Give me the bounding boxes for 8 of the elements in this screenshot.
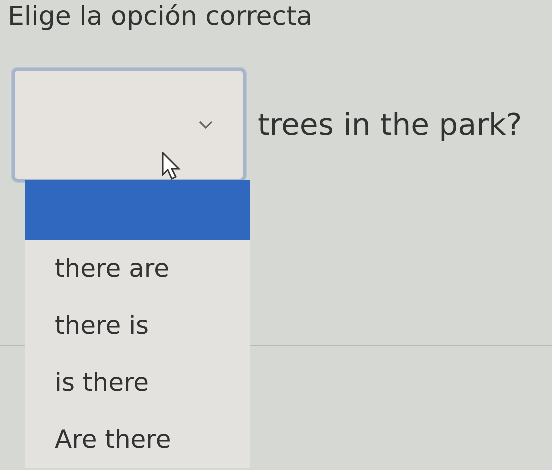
question-text: trees in the park? [258,108,522,143]
chevron-icon [199,121,213,130]
dropdown-option[interactable]: there is [25,297,250,354]
dropdown-option[interactable]: Are there [25,411,250,468]
answer-dropdown[interactable] [12,68,246,182]
dropdown-option[interactable]: is there [25,354,250,411]
dropdown-option[interactable]: there are [25,240,250,297]
page-title: Elige la opción correcta [8,2,313,32]
